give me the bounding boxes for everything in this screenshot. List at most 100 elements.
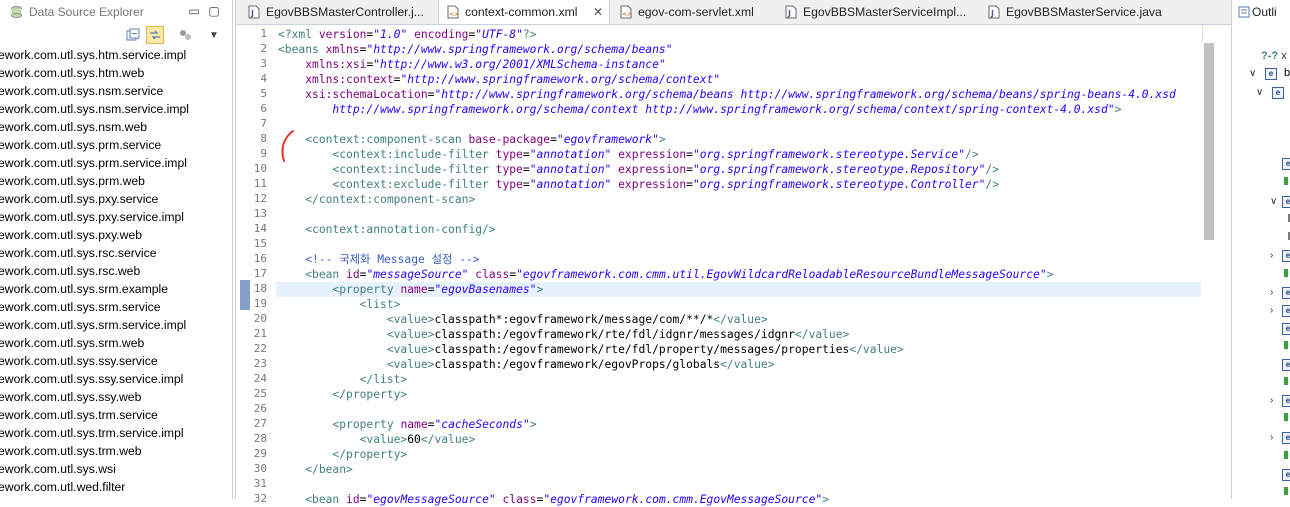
- outline-beans-label[interactable]: b: [1284, 67, 1290, 79]
- code-area[interactable]: 1 2 3 4 5 6 7 8 9 10 11 12 13 14 15 16 17 18 19 20 21 22 23 24 2…: [236, 25, 1231, 506]
- outline-xml-decl[interactable]: ?-? x: [1261, 50, 1287, 62]
- code-token: <context:exclude-filter: [332, 178, 496, 191]
- code-token: <?xml: [278, 28, 319, 41]
- chevron-right-icon[interactable]: ›: [1270, 250, 1282, 262]
- line-number: 4: [260, 72, 267, 85]
- code-token: "egovframework.com.cmm.util.EgovWildcard…: [516, 268, 1047, 281]
- package-item[interactable]: ework.com.utl.sys.htm.web: [0, 64, 232, 82]
- package-item[interactable]: ework.com.utl.sys.rsc.service: [0, 244, 232, 262]
- code-line: </property>: [278, 387, 407, 402]
- package-item[interactable]: ework.com.utl.sys.ssy.service: [0, 352, 232, 370]
- chevron-right-icon[interactable]: ›: [1270, 432, 1282, 444]
- package-item-label: ework.com.utl.sys.rsc.service: [0, 246, 157, 260]
- package-item[interactable]: ework.com.utl.sys.prm.service.impl: [0, 154, 232, 172]
- element-icon: e: [1282, 359, 1290, 371]
- panel-title[interactable]: Data Source Explorer: [10, 5, 144, 19]
- package-item[interactable]: ework.com.utl.sys.ssy.service.impl: [0, 370, 232, 388]
- package-item[interactable]: ework.com.utl.sys.nsm.service: [0, 82, 232, 100]
- code-token: </value>: [720, 358, 775, 371]
- code-token: <value>: [386, 358, 435, 371]
- line-number: 31: [253, 477, 267, 490]
- code-token: </value>: [849, 343, 904, 356]
- code-token: <value>: [386, 313, 435, 326]
- data-source-explorer-panel: Data Source Explorer ▭ ▢ ▼ ework.com.utl…: [0, 0, 233, 499]
- editor-tab[interactable]: J EgovBBSMasterController.j...: [240, 0, 436, 24]
- package-item[interactable]: ework.com.utl.sys.rsc.web: [0, 262, 232, 280]
- line-number: 29: [253, 447, 267, 460]
- collapse-all-icon[interactable]: [124, 26, 142, 44]
- code-line: <!-- 국제화 Message 설정 -->: [278, 252, 479, 267]
- chevron-right-icon[interactable]: ›: [1270, 305, 1282, 317]
- connect-icon[interactable]: [176, 26, 194, 44]
- code-token: <property: [332, 283, 401, 296]
- code-token: "messageSource": [366, 268, 469, 281]
- package-item[interactable]: ework.com.utl.sys.wsi: [0, 460, 232, 478]
- code-token: >: [1046, 268, 1054, 281]
- code-line: <context:component-scan base-package="eg…: [278, 132, 666, 147]
- package-item[interactable]: ework.com.utl.sys.ssy.web: [0, 388, 232, 406]
- link-with-editor-icon[interactable]: [146, 26, 164, 44]
- view-menu-icon[interactable]: ▼: [205, 26, 223, 44]
- package-item[interactable]: ework.com.utl.sys.pxy.service.impl: [0, 208, 232, 226]
- package-item-label: ework.com.utl.sys.trm.service.impl: [0, 426, 184, 440]
- chevron-right-icon[interactable]: ›: [1270, 395, 1282, 407]
- package-item[interactable]: ework.com.utl.sys.pxy.web: [0, 226, 232, 244]
- editor-tab[interactable]: <> context-common.xml ✕: [438, 0, 610, 24]
- package-item[interactable]: ework.com.utl.sys.trm.web: [0, 442, 232, 460]
- line-number: 15: [253, 237, 267, 250]
- code-line: <value>classpath:/egovframework/egovProp…: [278, 357, 775, 372]
- code-token: />: [965, 148, 979, 161]
- package-item[interactable]: ework.com.utl.sys.prm.service: [0, 136, 232, 154]
- outline-decl-label: x: [1281, 50, 1287, 62]
- outline-title[interactable]: Outli: [1252, 5, 1277, 19]
- line-number: 21: [253, 327, 267, 340]
- code-token: <context:component-scan: [305, 133, 469, 146]
- element-icon: e: [1282, 323, 1290, 335]
- editor-tab[interactable]: <> egov-com-servlet.xml: [612, 0, 775, 24]
- package-item-label: ework.com.utl.sys.wsi: [0, 462, 116, 476]
- chevron-down-icon[interactable]: ∨: [1256, 87, 1268, 99]
- code-token: </list>: [359, 373, 408, 386]
- package-item[interactable]: ework.com.utl.wed.filter: [0, 478, 232, 496]
- scrollbar-thumb[interactable]: [1204, 43, 1214, 240]
- attribute-icon: [1284, 487, 1288, 495]
- code-token: "1.0": [373, 28, 408, 41]
- code-line: xsi:schemaLocation="http://www.springfra…: [278, 87, 1176, 102]
- code-token: ?>: [522, 28, 537, 41]
- code-token: <beans: [278, 43, 326, 56]
- editor-tab[interactable]: J EgovBBSMasterService.java: [980, 0, 1178, 24]
- chevron-down-icon[interactable]: ∨: [1249, 68, 1261, 80]
- package-item[interactable]: ework.com.utl.sys.trm.service: [0, 406, 232, 424]
- red-annotation-mark: [281, 130, 294, 162]
- package-item[interactable]: ework.com.utl.sys.prm.web: [0, 172, 232, 190]
- close-tab-icon[interactable]: ✕: [593, 0, 603, 24]
- package-item[interactable]: ework.com.utl.sys.trm.service.impl: [0, 424, 232, 442]
- package-item[interactable]: ework.com.utl.sys.pxy.service: [0, 190, 232, 208]
- code-token: http://www.springframework.org/schema/co…: [278, 103, 1115, 116]
- package-item[interactable]: ework.com.utl.sys.nsm.service.impl: [0, 100, 232, 118]
- code-line: <?xml version="1.0" encoding="UTF-8"?>: [278, 27, 537, 42]
- package-item[interactable]: ework.com.utl.sys.srm.web: [0, 334, 232, 352]
- maximize-icon[interactable]: ▢: [206, 3, 222, 19]
- chevron-down-icon[interactable]: ∨: [1270, 196, 1282, 208]
- package-item[interactable]: ework.com.utl.sys.srm.service: [0, 298, 232, 316]
- code-token: <context:include-filter: [332, 163, 496, 176]
- chevron-right-icon[interactable]: ›: [1270, 287, 1282, 299]
- element-icon: e: [1282, 158, 1290, 170]
- package-item[interactable]: ework.com.utl.sys.nsm.web: [0, 118, 232, 136]
- package-item[interactable]: ework.com.utl.sys.htm.service.impl: [0, 46, 232, 64]
- code-token: name: [400, 283, 428, 296]
- package-item-label: ework.com.utl.sys.prm.service.impl: [0, 156, 187, 170]
- package-item[interactable]: ework.com.utl.sys.srm.service.impl: [0, 316, 232, 334]
- editor-tab[interactable]: J EgovBBSMasterServiceImpl...: [777, 0, 978, 24]
- element-icon: e: [1282, 432, 1290, 444]
- code-token: classpath:/egovframework/rte/fdl/idgnr/m…: [434, 328, 795, 341]
- vertical-scrollbar[interactable]: [1202, 43, 1214, 499]
- line-number: 22: [253, 342, 267, 355]
- attribute-icon: [1284, 451, 1288, 459]
- minimize-icon[interactable]: ▭: [186, 3, 202, 19]
- package-item[interactable]: ework.com.utl.sys.srm.example: [0, 280, 232, 298]
- code-line: <property name="cacheSeconds">: [278, 417, 536, 432]
